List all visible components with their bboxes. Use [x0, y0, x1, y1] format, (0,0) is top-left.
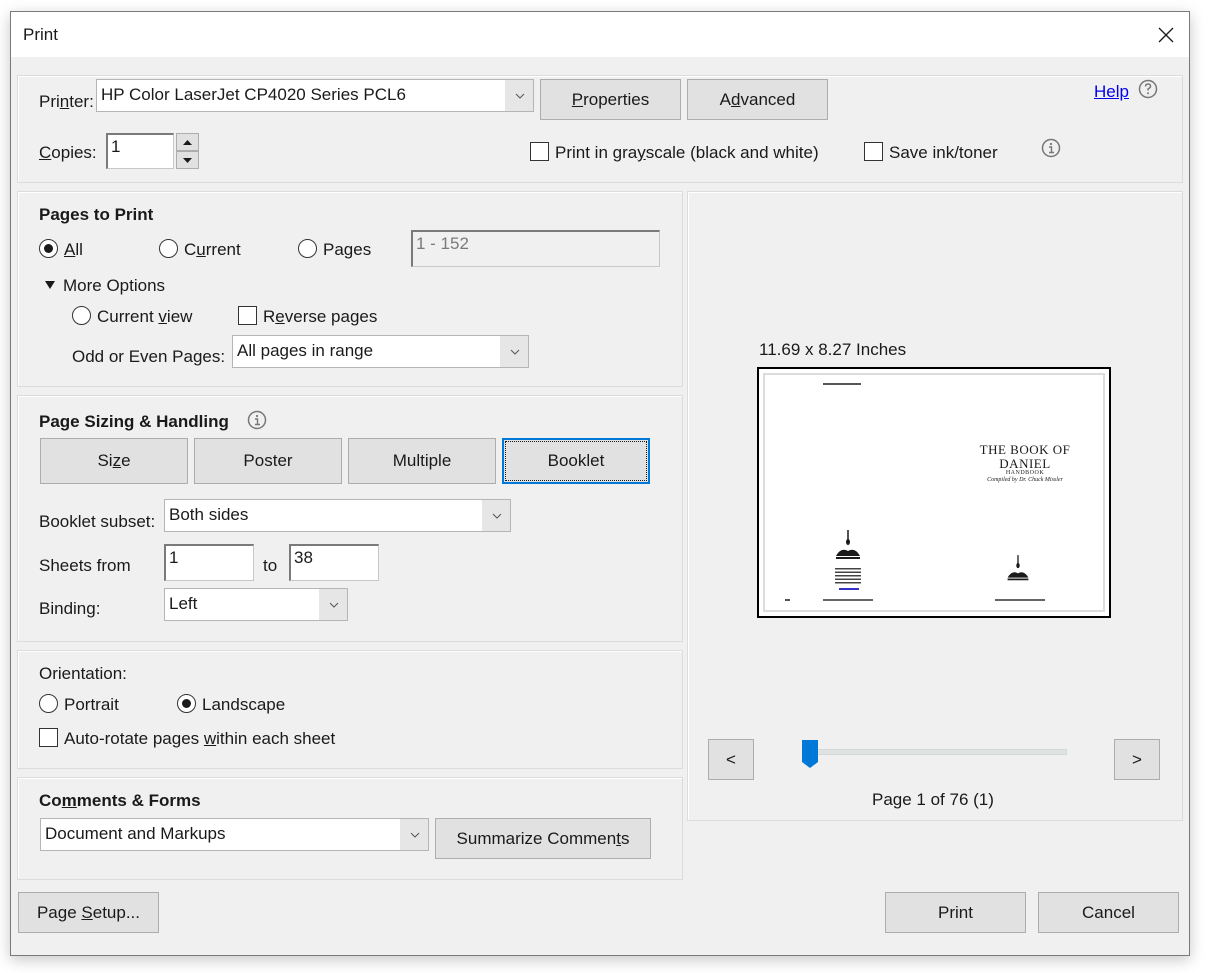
odd-even-select[interactable]: All pages in range — [232, 335, 529, 368]
sheets-from-input[interactable]: 1 — [164, 544, 254, 581]
preview-footer-page-number — [785, 599, 790, 601]
preview-title: THE BOOK OF DANIEL HANDBOOK Compiled by … — [979, 442, 1071, 483]
sheets-to-input[interactable]: 38 — [289, 544, 379, 581]
portrait-label: Portrait — [64, 695, 119, 714]
copies-increment[interactable] — [176, 133, 199, 151]
current-label: Current — [184, 240, 241, 259]
properties-button[interactable]: Properties — [540, 79, 681, 120]
copies-label: Copies: — [39, 143, 97, 162]
copies-decrement[interactable] — [176, 151, 199, 169]
preview-footer-left — [823, 599, 873, 601]
printer-label: Printer: — [39, 92, 94, 111]
paper-size-label: 11.69 x 8.27 Inches — [759, 340, 907, 359]
binding-label: Binding: — [39, 599, 101, 618]
preview-header-text — [823, 383, 861, 385]
chevron-down-icon — [482, 500, 510, 531]
multiple-tab-button[interactable]: Multiple — [348, 438, 496, 484]
current-radio[interactable] — [159, 239, 178, 258]
info-icon[interactable] — [1041, 138, 1061, 158]
save-ink-checkbox[interactable] — [864, 142, 883, 161]
pages-radio[interactable] — [298, 239, 317, 258]
to-label: to — [263, 556, 278, 575]
close-button[interactable] — [1149, 18, 1183, 52]
summarize-comments-button[interactable]: Summarize Comments — [435, 818, 651, 859]
printer-select[interactable]: HP Color LaserJet CP4020 Series PCL6 — [96, 79, 534, 112]
preview-address-text — [835, 568, 861, 584]
print-button[interactable]: Print — [885, 892, 1026, 933]
chevron-down-icon — [400, 819, 428, 850]
binding-select[interactable]: Left — [164, 588, 348, 621]
title-bar: Print — [11, 12, 1189, 57]
info-icon[interactable] — [247, 410, 267, 430]
dialog-title: Print — [23, 25, 58, 44]
autorotate-label: Auto-rotate pages within each sheet — [64, 729, 336, 748]
page-status-label: Page 1 of 76 (1) — [872, 790, 994, 809]
landscape-radio[interactable] — [177, 694, 196, 713]
arrow-up-icon — [183, 140, 192, 145]
publisher-logo-icon — [1007, 555, 1029, 581]
reverse-pages-checkbox[interactable] — [238, 306, 257, 325]
cancel-button[interactable]: Cancel — [1038, 892, 1179, 933]
reverse-pages-label: Reverse pages — [263, 307, 378, 326]
page-slider-thumb[interactable] — [802, 740, 818, 768]
size-tab-button[interactable]: Size — [40, 438, 188, 484]
booklet-tab-button[interactable]: Booklet — [502, 438, 650, 484]
booklet-subset-label: Booklet subset: — [39, 512, 156, 531]
more-options-toggle[interactable]: More Options — [63, 276, 165, 296]
odd-even-label: Odd or Even Pages: — [72, 347, 226, 366]
chevron-down-icon — [500, 336, 528, 367]
copies-input[interactable]: 1 — [106, 133, 174, 169]
comments-forms-heading: Comments & Forms — [39, 791, 201, 810]
chevron-down-icon — [319, 589, 347, 620]
arrow-down-icon — [183, 158, 192, 163]
autorotate-checkbox[interactable] — [39, 728, 58, 747]
current-view-radio[interactable] — [72, 306, 91, 325]
print-dialog: Print Printer: HP Color LaserJet CP4020 … — [10, 11, 1190, 956]
help-icon[interactable] — [1138, 79, 1158, 99]
page-sizing-heading: Page Sizing & Handling — [39, 412, 229, 431]
orientation-label: Orientation: — [39, 664, 127, 683]
poster-tab-button[interactable]: Poster — [194, 438, 342, 484]
previous-page-button[interactable]: < — [708, 739, 754, 780]
page-range-input[interactable]: 1 - 152 — [411, 230, 660, 267]
preview-url-text — [839, 588, 859, 590]
publisher-logo-icon — [836, 530, 860, 559]
page-slider-track[interactable] — [804, 749, 1067, 755]
all-label: All — [64, 240, 83, 259]
help-link[interactable]: Help — [1094, 82, 1129, 102]
page-preview: THE BOOK OF DANIEL HANDBOOK Compiled by … — [757, 367, 1111, 618]
chevron-down-icon — [505, 80, 533, 111]
grayscale-label: Print in grayscale (black and white) — [555, 143, 819, 162]
page-preview-content: THE BOOK OF DANIEL HANDBOOK Compiled by … — [763, 373, 1105, 612]
current-view-label: Current view — [97, 307, 193, 326]
sheets-from-label: Sheets from — [39, 556, 131, 575]
next-page-button[interactable]: > — [1114, 739, 1160, 780]
comments-forms-select[interactable]: Document and Markups — [40, 818, 429, 851]
save-ink-label: Save ink/toner — [889, 143, 998, 162]
grayscale-checkbox[interactable] — [530, 142, 549, 161]
pages-label: Pages — [323, 240, 372, 259]
all-radio[interactable] — [39, 239, 58, 258]
page-setup-button[interactable]: Page Setup... — [18, 892, 159, 933]
close-icon — [1158, 27, 1174, 43]
expand-triangle-icon[interactable] — [44, 280, 56, 290]
landscape-label: Landscape — [202, 695, 286, 714]
advanced-button[interactable]: Advanced — [687, 79, 828, 120]
portrait-radio[interactable] — [39, 694, 58, 713]
booklet-subset-select[interactable]: Both sides — [164, 499, 511, 532]
preview-footer-right — [995, 599, 1045, 601]
pages-to-print-heading: Pages to Print — [39, 205, 154, 224]
